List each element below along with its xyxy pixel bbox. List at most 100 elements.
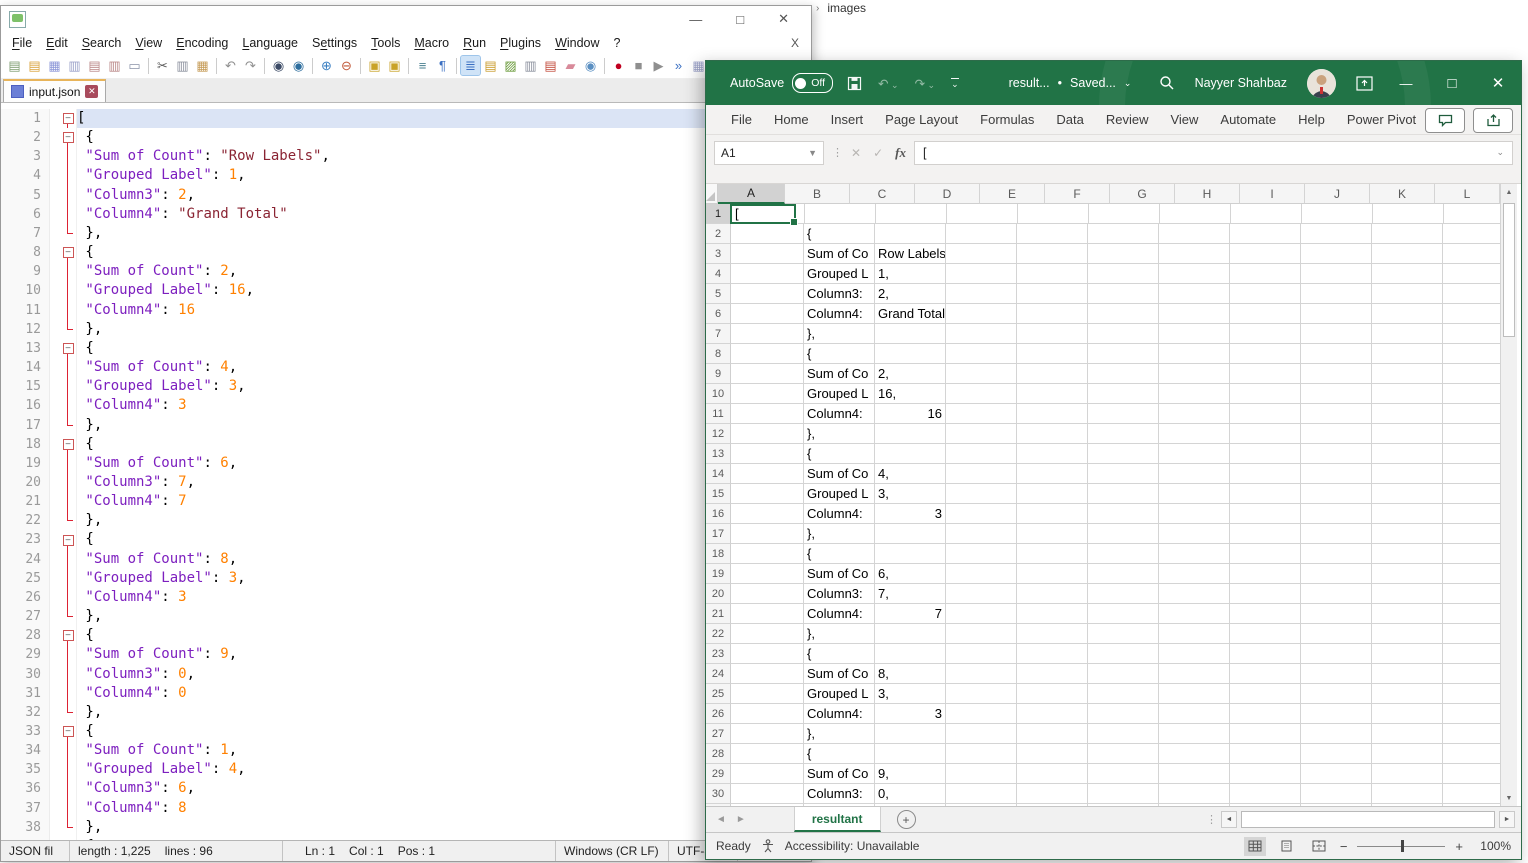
name-box[interactable]: A1 ▼ [714,141,824,165]
cell-E19[interactable] [1017,564,1088,584]
cell-E24[interactable] [1017,664,1088,684]
cell-A7[interactable] [731,324,804,344]
cancel-entry-icon[interactable]: ✕ [851,146,861,160]
row-header-1[interactable]: 1 [706,204,732,224]
cell-I31[interactable] [1301,804,1372,806]
cell-E28[interactable] [1017,744,1088,764]
cell-J11[interactable] [1372,404,1443,424]
row-header-10[interactable]: 10 [706,384,731,404]
cell-C13[interactable] [875,444,946,464]
cell-C22[interactable] [875,624,946,644]
cell-D12[interactable] [946,424,1017,444]
cell-D29[interactable] [946,764,1017,784]
cell-G12[interactable] [1159,424,1230,444]
cell-C18[interactable] [875,544,946,564]
cell-E9[interactable] [1017,364,1088,384]
cell-H2[interactable] [1230,224,1301,244]
save-all-icon[interactable]: ▥ [65,56,84,75]
cell-J3[interactable] [1372,244,1443,264]
cell-J4[interactable] [1372,264,1443,284]
ribbon-tab-formulas[interactable]: Formulas [969,107,1045,132]
cell-D18[interactable] [946,544,1017,564]
cell-B1[interactable] [805,204,876,224]
fold-margin[interactable]: – [60,837,76,840]
cell-H26[interactable] [1230,704,1301,724]
cell-D22[interactable] [946,624,1017,644]
cell-I21[interactable] [1301,604,1372,624]
cell-J13[interactable] [1372,444,1443,464]
cell-K16[interactable] [1443,504,1500,524]
cell-C16[interactable]: 3 [875,504,946,524]
cell-K13[interactable] [1443,444,1500,464]
cell-C27[interactable] [875,724,946,744]
view-monitoring-icon[interactable]: ◉ [581,56,600,75]
ribbon-display-options-icon[interactable] [1356,76,1373,91]
undo-button[interactable]: ↶ ⌄ [878,76,899,91]
cell-A29[interactable] [731,764,804,784]
cell-A17[interactable] [731,524,804,544]
fold-margin[interactable]: – [60,128,76,147]
cell-C29[interactable]: 9, [875,764,946,784]
cell-F10[interactable] [1088,384,1159,404]
cell-H11[interactable] [1230,404,1301,424]
fold-collapse-icon[interactable]: – [63,113,74,124]
autosave-toggle[interactable]: Off [792,73,833,93]
cell-D7[interactable] [946,324,1017,344]
code-line-13[interactable]: 13– { [1,339,811,358]
cell-C11[interactable]: 16 [875,404,946,424]
cell-B9[interactable]: Sum of Co [804,364,875,384]
cell-G20[interactable] [1159,584,1230,604]
cell-E12[interactable] [1017,424,1088,444]
cell-G5[interactable] [1159,284,1230,304]
cell-F15[interactable] [1088,484,1159,504]
cell-F11[interactable] [1088,404,1159,424]
cell-A22[interactable] [731,624,804,644]
cell-B26[interactable]: Column4: [804,704,875,724]
cell-D2[interactable] [946,224,1017,244]
cell-F17[interactable] [1088,524,1159,544]
cell-E30[interactable] [1017,784,1088,804]
cell-I9[interactable] [1301,364,1372,384]
cell-D15[interactable] [946,484,1017,504]
cell-E4[interactable] [1017,264,1088,284]
menu-help[interactable]: ? [607,34,628,52]
column-header-E[interactable]: E [980,184,1045,204]
cell-J28[interactable] [1372,744,1443,764]
column-header-I[interactable]: I [1240,184,1305,204]
cell-J27[interactable] [1372,724,1443,744]
cell-H6[interactable] [1230,304,1301,324]
ribbon-tab-file[interactable]: File [720,107,763,132]
row-header-6[interactable]: 6 [706,304,731,324]
document-map-icon[interactable]: ▨ [501,56,520,75]
cell-J18[interactable] [1372,544,1443,564]
cell-G22[interactable] [1159,624,1230,644]
cell-D28[interactable] [946,744,1017,764]
fold-margin[interactable]: – [60,339,76,358]
cell-I1[interactable] [1302,204,1373,224]
cell-I10[interactable] [1301,384,1372,404]
cell-K10[interactable] [1443,384,1500,404]
column-header-B[interactable]: B [785,184,850,204]
cell-A31[interactable] [731,804,804,806]
code-line-37[interactable]: 37 "Column4": 8 [1,799,811,818]
cell-E18[interactable] [1017,544,1088,564]
cell-I4[interactable] [1301,264,1372,284]
cell-G2[interactable] [1159,224,1230,244]
indent-guide-icon[interactable]: ≣ [461,56,480,75]
row-header-11[interactable]: 11 [706,404,731,424]
cell-H30[interactable] [1230,784,1301,804]
code-line-16[interactable]: 16 "Column4": 3 [1,396,811,415]
search-icon[interactable] [1159,75,1175,91]
cell-C4[interactable]: 1, [875,264,946,284]
cell-B4[interactable]: Grouped L [804,264,875,284]
cell-I23[interactable] [1301,644,1372,664]
ribbon-tab-insert[interactable]: Insert [820,107,875,132]
cell-K24[interactable] [1443,664,1500,684]
cell-C25[interactable]: 3, [875,684,946,704]
cell-B25[interactable]: Grouped L [804,684,875,704]
cell-B21[interactable]: Column4: [804,604,875,624]
cell-G9[interactable] [1159,364,1230,384]
code-line-35[interactable]: 35 "Grouped Label": 4, [1,760,811,779]
column-header-H[interactable]: H [1175,184,1240,204]
cell-H27[interactable] [1230,724,1301,744]
